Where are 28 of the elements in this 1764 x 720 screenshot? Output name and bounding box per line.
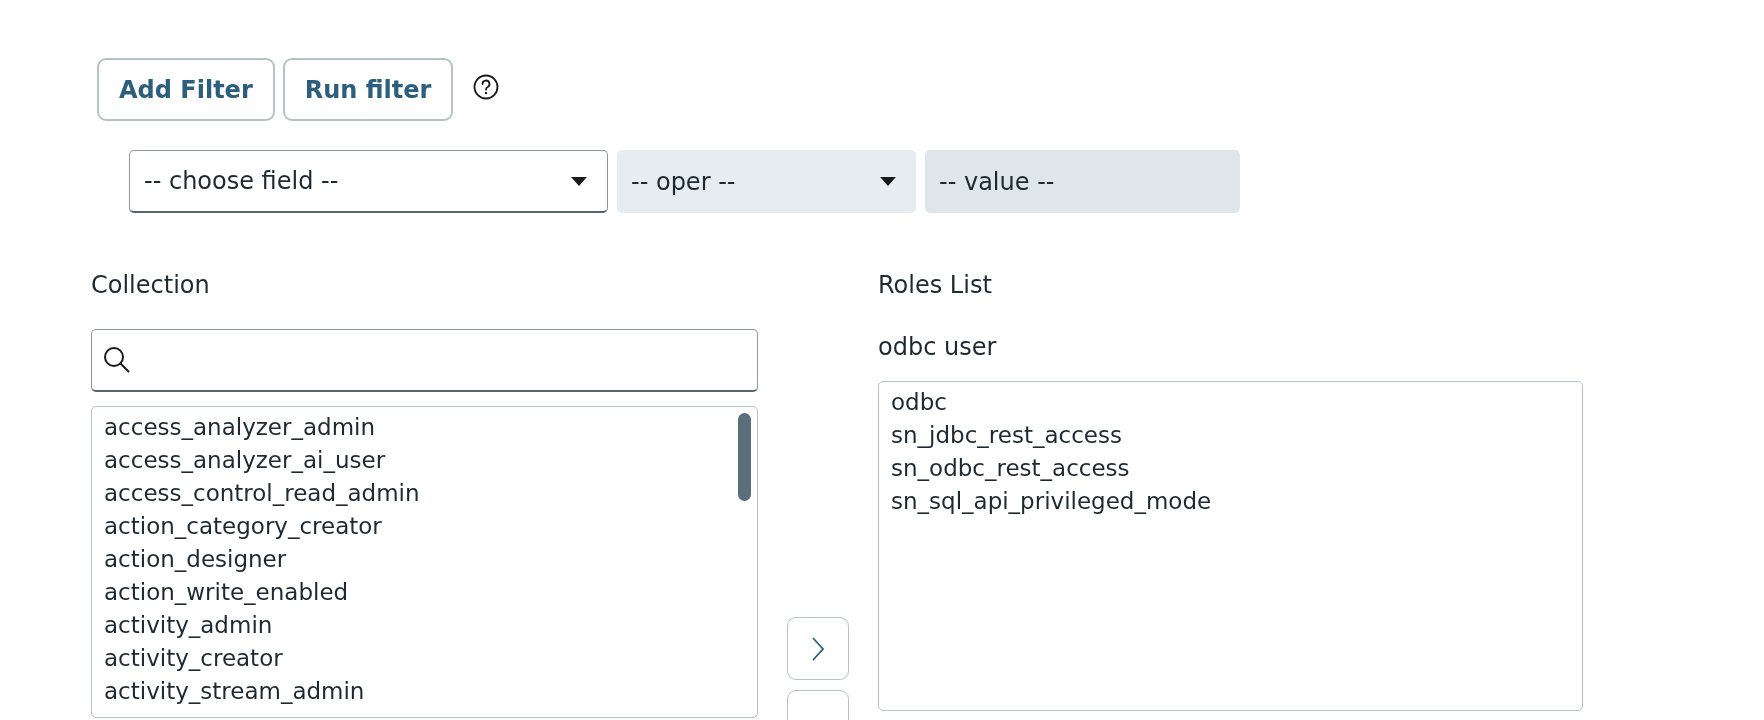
list-item[interactable]: access_analyzer_ai_user [104,444,386,477]
list-item[interactable]: action_designer [104,543,287,576]
list-item[interactable]: sn_odbc_rest_access [891,452,1130,485]
list-item[interactable]: access_analyzer_admin [104,411,375,444]
search-field[interactable] [91,329,758,392]
roles-subtitle: odbc user [878,333,998,363]
caret-icon [880,177,896,186]
roles-label: Roles List [878,270,993,301]
list-item[interactable]: sn_jdbc_rest_access [891,419,1122,452]
field-dropdown[interactable]: -- choose field -- [129,150,608,213]
list-item[interactable]: action_write_enabled [104,576,349,609]
filter-button[interactable]: Run filter [282,58,454,121]
list-item[interactable]: activity_admin [104,609,273,642]
help-icon[interactable] [473,73,500,100]
list-item[interactable]: activity_creator [104,642,283,675]
list-item[interactable]: activity_stream_admin [104,675,365,708]
list-item[interactable]: action_category_creator [104,510,382,543]
operator-dropdown[interactable]: -- oper -- [617,150,916,213]
list-item[interactable]: odbc [891,386,947,419]
list-item[interactable]: access_control_read_admin [104,477,420,510]
caret-icon [571,176,587,186]
list-item[interactable]: sn_sql_api_privileged_mode [891,485,1212,518]
search-icon [102,345,132,375]
collection-label: Collection [91,270,211,301]
scrollbar-thumb[interactable] [738,413,751,501]
chevron-right-icon [811,635,825,662]
filter-button[interactable]: Add Filter [97,58,275,121]
value-field[interactable]: -- value -- [925,150,1240,213]
